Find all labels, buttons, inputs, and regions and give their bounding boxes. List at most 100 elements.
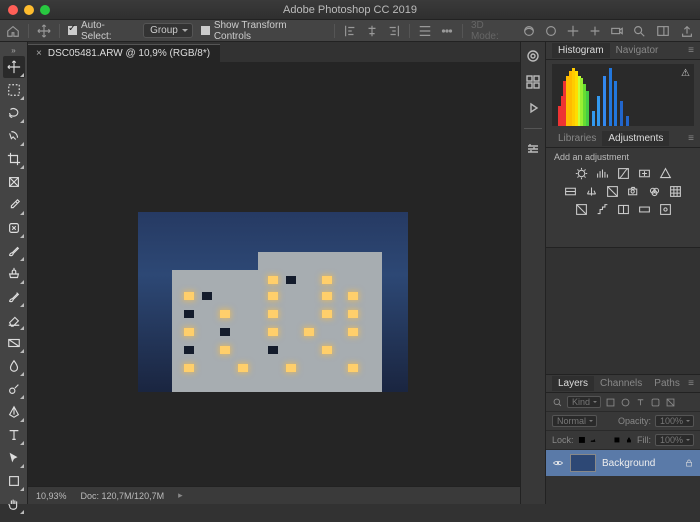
tab-channels[interactable]: Channels xyxy=(594,376,648,391)
crop-tool[interactable] xyxy=(3,148,25,170)
layer-name: Background xyxy=(602,458,655,469)
blend-row: Normal Opacity: 100% xyxy=(546,412,700,431)
align-right-icon[interactable] xyxy=(387,24,401,38)
visibility-eye-icon[interactable] xyxy=(552,457,564,469)
swatches-panel-icon[interactable] xyxy=(525,74,541,90)
eraser-tool[interactable] xyxy=(3,309,25,331)
color-panel-icon[interactable] xyxy=(525,48,541,64)
more-options-icon[interactable] xyxy=(440,24,454,38)
lock-artboard-icon[interactable] xyxy=(613,436,621,444)
show-transform-checkbox[interactable]: Show Transform Controls xyxy=(201,20,326,42)
type-tool[interactable] xyxy=(3,424,25,446)
hand-tool[interactable] xyxy=(3,493,25,515)
brush-tool[interactable] xyxy=(3,240,25,262)
zoom-tool[interactable] xyxy=(3,516,25,522)
search-button[interactable] xyxy=(632,24,646,38)
home-button[interactable] xyxy=(6,24,20,38)
lasso-tool[interactable] xyxy=(3,102,25,124)
auto-select-checkbox[interactable]: Auto-Select: xyxy=(68,20,135,42)
selective-color-icon[interactable] xyxy=(659,203,672,219)
tab-adjustments[interactable]: Adjustments xyxy=(602,131,669,146)
color-lookup-icon[interactable] xyxy=(669,185,682,201)
adjustments-panel: Add an adjustment xyxy=(546,148,700,248)
posterize-icon[interactable] xyxy=(596,203,609,219)
color-balance-icon[interactable] xyxy=(585,185,598,201)
threshold-icon[interactable] xyxy=(617,203,630,219)
move-tool[interactable] xyxy=(3,56,25,78)
filter-pixel-icon[interactable] xyxy=(605,397,616,408)
exposure-icon[interactable] xyxy=(638,167,651,183)
lock-row: Lock: Fill: 100% xyxy=(546,431,700,450)
filter-smart-icon[interactable] xyxy=(665,397,676,408)
hue-saturation-icon[interactable] xyxy=(564,185,577,201)
close-window-button[interactable] xyxy=(8,5,18,15)
layer-row-background[interactable]: Background xyxy=(546,450,700,476)
lock-all-icon[interactable] xyxy=(625,436,633,444)
pen-tool[interactable] xyxy=(3,401,25,423)
blend-mode-dropdown[interactable]: Normal xyxy=(552,415,597,427)
properties-panel-icon[interactable] xyxy=(525,141,541,157)
fill-input[interactable]: 100% xyxy=(655,434,694,446)
app-title: Adobe Photoshop CC 2019 xyxy=(0,4,700,16)
marquee-tool[interactable] xyxy=(3,79,25,101)
tab-navigator[interactable]: Navigator xyxy=(610,43,665,58)
close-tab-icon[interactable]: × xyxy=(36,48,42,59)
distribute-icon[interactable] xyxy=(418,24,432,38)
expand-tools-icon[interactable]: » xyxy=(0,46,27,55)
gradient-tool[interactable] xyxy=(3,332,25,354)
levels-icon[interactable] xyxy=(596,167,609,183)
layer-filter-dropdown[interactable]: Kind xyxy=(567,396,601,408)
invert-icon[interactable] xyxy=(575,203,588,219)
histogram-panel-header: Histogram Navigator ≡ xyxy=(546,42,700,60)
histogram-warning-icon[interactable]: ⚠ xyxy=(681,68,690,79)
tab-histogram[interactable]: Histogram xyxy=(552,43,610,58)
healing-brush-tool[interactable] xyxy=(3,217,25,239)
auto-select-target-dropdown[interactable]: Group xyxy=(143,23,193,38)
black-white-icon[interactable] xyxy=(606,185,619,201)
lock-transparent-icon[interactable] xyxy=(578,436,586,444)
align-center-icon[interactable] xyxy=(365,24,379,38)
history-brush-tool[interactable] xyxy=(3,286,25,308)
curves-icon[interactable] xyxy=(617,167,630,183)
tab-paths[interactable]: Paths xyxy=(648,376,686,391)
panel-menu-icon[interactable]: ≡ xyxy=(688,378,694,389)
clone-stamp-tool[interactable] xyxy=(3,263,25,285)
brightness-contrast-icon[interactable] xyxy=(575,167,588,183)
workspace-button[interactable] xyxy=(656,24,670,38)
status-chevron-icon[interactable]: ▸ xyxy=(178,490,183,501)
opacity-input[interactable]: 100% xyxy=(655,415,694,427)
gradient-map-icon[interactable] xyxy=(638,203,651,219)
filter-type-icon[interactable] xyxy=(635,397,646,408)
lock-position-icon[interactable] xyxy=(601,436,609,444)
separator xyxy=(28,24,29,38)
channel-mixer-icon[interactable] xyxy=(648,185,661,201)
align-left-icon[interactable] xyxy=(343,24,357,38)
tab-libraries[interactable]: Libraries xyxy=(552,131,602,146)
canvas[interactable] xyxy=(28,62,520,486)
frame-tool[interactable] xyxy=(3,171,25,193)
path-select-tool[interactable] xyxy=(3,447,25,469)
histogram-chart: ⚠ xyxy=(552,64,694,126)
filter-adjustment-icon[interactable] xyxy=(620,397,631,408)
lock-image-icon[interactable] xyxy=(589,436,597,444)
learn-panel-icon[interactable] xyxy=(525,100,541,116)
document-tab[interactable]: × DSC05481.ARW @ 10,9% (RGB/8*) xyxy=(28,44,220,62)
options-bar: Auto-Select: Group Show Transform Contro… xyxy=(0,20,700,42)
tab-layers[interactable]: Layers xyxy=(552,376,594,391)
doc-size[interactable]: Doc: 120,7M/120,7M xyxy=(81,491,165,501)
share-button[interactable] xyxy=(680,24,694,38)
eyedropper-tool[interactable] xyxy=(3,194,25,216)
filter-shape-icon[interactable] xyxy=(650,397,661,408)
move-tool-icon xyxy=(37,24,51,38)
quick-select-tool[interactable] xyxy=(3,125,25,147)
panel-menu-icon[interactable]: ≡ xyxy=(688,45,694,56)
minimize-window-button[interactable] xyxy=(24,5,34,15)
blur-tool[interactable] xyxy=(3,355,25,377)
dodge-tool[interactable] xyxy=(3,378,25,400)
photo-filter-icon[interactable] xyxy=(627,185,640,201)
vibrance-icon[interactable] xyxy=(659,167,672,183)
zoom-level[interactable]: 10,93% xyxy=(36,491,67,501)
zoom-window-button[interactable] xyxy=(40,5,50,15)
shape-tool[interactable] xyxy=(3,470,25,492)
panel-menu-icon[interactable]: ≡ xyxy=(688,133,694,144)
